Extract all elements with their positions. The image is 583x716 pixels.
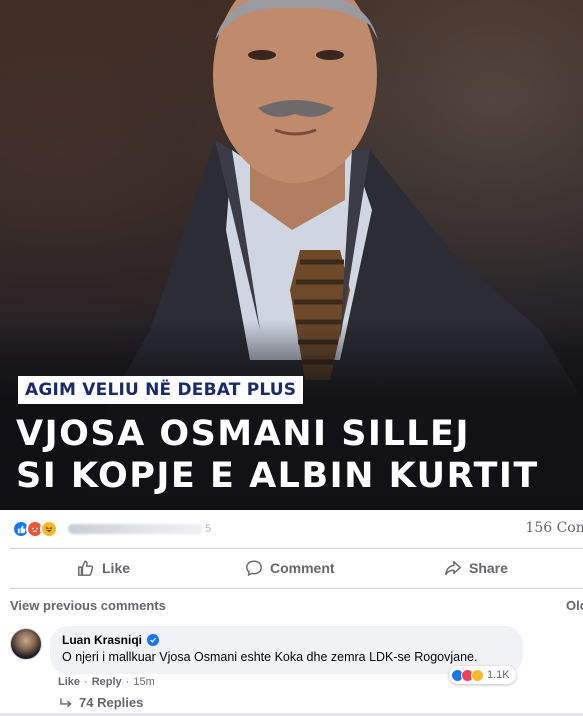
comment-label: Comment [270,560,335,576]
verified-badge-icon [147,634,160,646]
meta-separator: · [84,676,88,688]
comment-reaction-count: 1.1K [487,669,510,681]
headline-line-2: SI KOPJE E ALBIN KURTIT [16,456,539,496]
thumbs-up-icon [78,560,94,576]
reactors-tail: 5 [205,523,212,535]
comment-sort-dropdown[interactable]: Olc [566,598,583,613]
reactions-summary[interactable]: 5 156 Com [0,510,583,548]
reactors-names-blurred[interactable] [68,524,203,534]
comment-author-name[interactable]: Luan Krasniqi [62,633,142,647]
comment-icon [246,560,262,577]
post-image[interactable]: AGIM VELIU NË DEBAT PLUS VJOSA OSMANI SI… [0,0,583,510]
reaction-icons[interactable] [12,520,58,538]
reply-arrow-icon [60,697,72,707]
comment-reactions-summary[interactable]: 1.1K [449,666,516,684]
comment-meta: Like · Reply · 15m [58,676,155,688]
show-tag-text: AGIM VELIU NË DEBAT PLUS [25,380,297,400]
post-action-bar: Like Comment Share [0,549,583,587]
comment-like-link[interactable]: Like [58,676,80,688]
view-previous-comments-link[interactable]: View previous comments [10,598,166,613]
avatar[interactable] [10,628,42,660]
headline-line-1: VJOSA OSMANI SILLEJ [16,414,470,454]
divider-bottom [10,588,583,589]
comment-timestamp[interactable]: 15m [133,676,154,688]
view-replies-link[interactable]: 74 Replies [60,695,143,710]
haha-reaction-icon [471,668,484,682]
share-icon [445,560,461,576]
comment-author-row: Luan Krasniqi [62,633,511,647]
comments-count[interactable]: 156 Com [525,520,583,536]
share-label: Share [469,560,508,576]
comment-button[interactable]: Comment [245,549,335,587]
replies-count: 74 Replies [79,695,144,710]
share-button[interactable]: Share [444,549,508,587]
like-label: Like [102,560,131,576]
show-tag: AGIM VELIU NË DEBAT PLUS [18,376,304,404]
like-button[interactable]: Like [77,549,130,587]
comment-text: O njeri i mallkuar Vjosa Osmani eshte Ko… [62,650,478,664]
haha-reaction-icon [40,520,58,538]
meta-separator: · [125,676,130,688]
comment-reply-link[interactable]: Reply [92,676,122,688]
